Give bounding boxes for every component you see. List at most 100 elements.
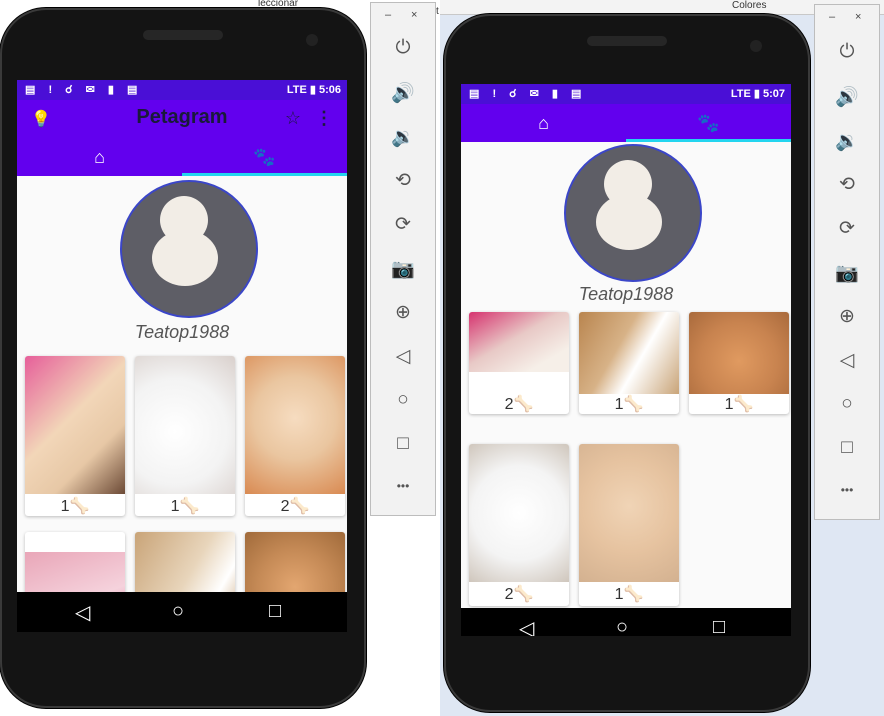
tab-indicator (182, 173, 347, 176)
back-icon[interactable]: ◁ (371, 345, 435, 368)
like-count: 1🦴 (135, 496, 235, 516)
bone-icon: 🦴 (623, 396, 644, 413)
bone-icon: 🦴 (69, 498, 90, 515)
dog-photo (469, 312, 569, 372)
photo-card[interactable]: 2🦴 (469, 312, 569, 414)
paw-icon: 🐾 (253, 146, 276, 167)
minimize-button[interactable]: – (829, 11, 835, 23)
emulator-controls-left: – × ⏻ 🔊 🔉 ⟲ ⟳ 📷 ⊕ ◁ ○ □ ••• (370, 2, 436, 516)
photo-card[interactable]: 1🦴 (579, 444, 679, 606)
profile-avatar (120, 180, 258, 318)
rotate-left-icon[interactable]: ⟲ (371, 169, 435, 192)
close-button[interactable]: × (411, 9, 417, 21)
home-icon[interactable]: ○ (172, 600, 184, 623)
zoom-in-icon[interactable]: ⊕ (371, 301, 435, 324)
tab-profile[interactable]: 🐾 (626, 104, 791, 142)
app-bar: 💡 Petagram ☆ ⋮ (17, 100, 347, 138)
photo-card[interactable]: 1🦴 (25, 356, 125, 516)
dog-photo (245, 356, 345, 494)
photo-card[interactable]: 2🦴 (469, 444, 569, 606)
volume-down-icon[interactable]: 🔉 (371, 125, 435, 149)
photo-card[interactable]: 2🦴 (245, 356, 345, 516)
status-bar: ▤ ! ☌ ✉ ▮ ▤ LTE ▮ 5:07 (461, 84, 791, 104)
like-count: 2🦴 (245, 496, 345, 516)
home-icon[interactable]: ○ (815, 393, 879, 415)
dog-photo (25, 356, 125, 494)
minimize-button[interactable]: – (385, 9, 391, 21)
tab-home[interactable]: ⌂ (461, 104, 626, 142)
background-text-fragment: t (436, 6, 439, 17)
status-right: LTE ▮ 5:07 (730, 88, 785, 100)
photo-card[interactable]: 1🦴 (579, 312, 679, 414)
bone-icon: 🦴 (289, 498, 310, 515)
tab-indicator (626, 139, 791, 142)
front-camera (750, 40, 762, 52)
tab-bar: ⌂ 🐾 (461, 104, 791, 142)
status-right: LTE ▮ 5:06 (286, 84, 341, 96)
power-icon[interactable]: ⏻ (371, 37, 435, 59)
rotate-left-icon[interactable]: ⟲ (815, 173, 879, 196)
tab-profile[interactable]: 🐾 (182, 138, 347, 176)
like-count: 2🦴 (469, 394, 569, 414)
like-count: 1🦴 (689, 394, 789, 414)
photo-card[interactable]: 1🦴 (135, 356, 235, 516)
close-button[interactable]: × (855, 11, 861, 23)
back-icon[interactable]: ◁ (519, 616, 534, 636)
puppy-body (152, 230, 218, 286)
volume-up-icon[interactable]: 🔊 (815, 85, 879, 109)
home-icon[interactable]: ○ (371, 389, 435, 411)
profile-avatar (564, 144, 702, 282)
overview-icon[interactable]: □ (371, 433, 435, 455)
bone-icon: 🦴 (513, 396, 534, 413)
like-count: 1🦴 (579, 584, 679, 604)
dog-photo (135, 356, 235, 494)
photo-card[interactable]: 1🦴 (689, 312, 789, 414)
star-icon[interactable]: ☆ (285, 108, 301, 129)
like-count: 1🦴 (579, 394, 679, 414)
earpiece (587, 36, 667, 46)
left-phone-screen: ▤ ! ☌ ✉ ▮ ▤ LTE ▮ 5:06 💡 Petagram ☆ ⋮ ⌂ … (17, 80, 347, 632)
dog-photo (579, 312, 679, 394)
volume-up-icon[interactable]: 🔊 (371, 81, 435, 105)
back-icon[interactable]: ◁ (815, 349, 879, 372)
earpiece (143, 30, 223, 40)
left-phone-frame: ▤ ! ☌ ✉ ▮ ▤ LTE ▮ 5:06 💡 Petagram ☆ ⋮ ⌂ … (0, 8, 366, 708)
rotate-right-icon[interactable]: ⟳ (371, 213, 435, 236)
more-icon[interactable]: ••• (371, 479, 435, 493)
puppy-body (596, 194, 662, 250)
bone-icon: 🦴 (513, 586, 534, 603)
home-icon[interactable]: ○ (616, 616, 628, 636)
emulator-controls-right: – × ⏻ 🔊 🔉 ⟲ ⟳ 📷 ⊕ ◁ ○ □ ••• (814, 4, 880, 520)
camera-icon[interactable]: 📷 (371, 257, 435, 281)
tab-home[interactable]: ⌂ (17, 138, 182, 176)
rotate-right-icon[interactable]: ⟳ (815, 217, 879, 240)
overview-icon[interactable]: □ (269, 600, 281, 623)
right-phone-screen: ▤ ! ☌ ✉ ▮ ▤ LTE ▮ 5:07 ⌂ 🐾 Teatop1988 2🦴… (461, 84, 791, 636)
overflow-menu-icon[interactable]: ⋮ (315, 108, 333, 129)
like-count: 1🦴 (25, 496, 125, 516)
right-phone-frame: ▤ ! ☌ ✉ ▮ ▤ LTE ▮ 5:07 ⌂ 🐾 Teatop1988 2🦴… (444, 14, 810, 712)
dog-photo (579, 444, 679, 582)
profile-name: Teatop1988 (134, 322, 230, 342)
dog-photo (689, 312, 789, 394)
camera-icon[interactable]: 📷 (815, 261, 879, 285)
overview-icon[interactable]: □ (815, 437, 879, 459)
zoom-in-icon[interactable]: ⊕ (815, 305, 879, 328)
more-icon[interactable]: ••• (815, 483, 879, 497)
profile-name: Teatop1988 (578, 284, 674, 304)
like-count: 2🦴 (469, 584, 569, 604)
back-icon[interactable]: ◁ (75, 600, 90, 625)
system-nav-bar: ◁ ○ □ (17, 592, 347, 632)
notification-icons: ▤ ! ☌ ✉ ▮ ▤ (25, 84, 143, 96)
home-icon: ⌂ (94, 146, 105, 167)
volume-down-icon[interactable]: 🔉 (815, 129, 879, 153)
overview-icon[interactable]: □ (713, 616, 725, 636)
bone-icon: 🦴 (623, 586, 644, 603)
status-bar: ▤ ! ☌ ✉ ▮ ▤ LTE ▮ 5:06 (17, 80, 347, 100)
power-icon[interactable]: ⏻ (815, 41, 879, 63)
bone-icon: 🦴 (179, 498, 200, 515)
dog-photo (469, 444, 569, 582)
bone-icon: 🦴 (733, 396, 754, 413)
tab-bar: ⌂ 🐾 (17, 138, 347, 176)
home-icon: ⌂ (538, 112, 549, 133)
